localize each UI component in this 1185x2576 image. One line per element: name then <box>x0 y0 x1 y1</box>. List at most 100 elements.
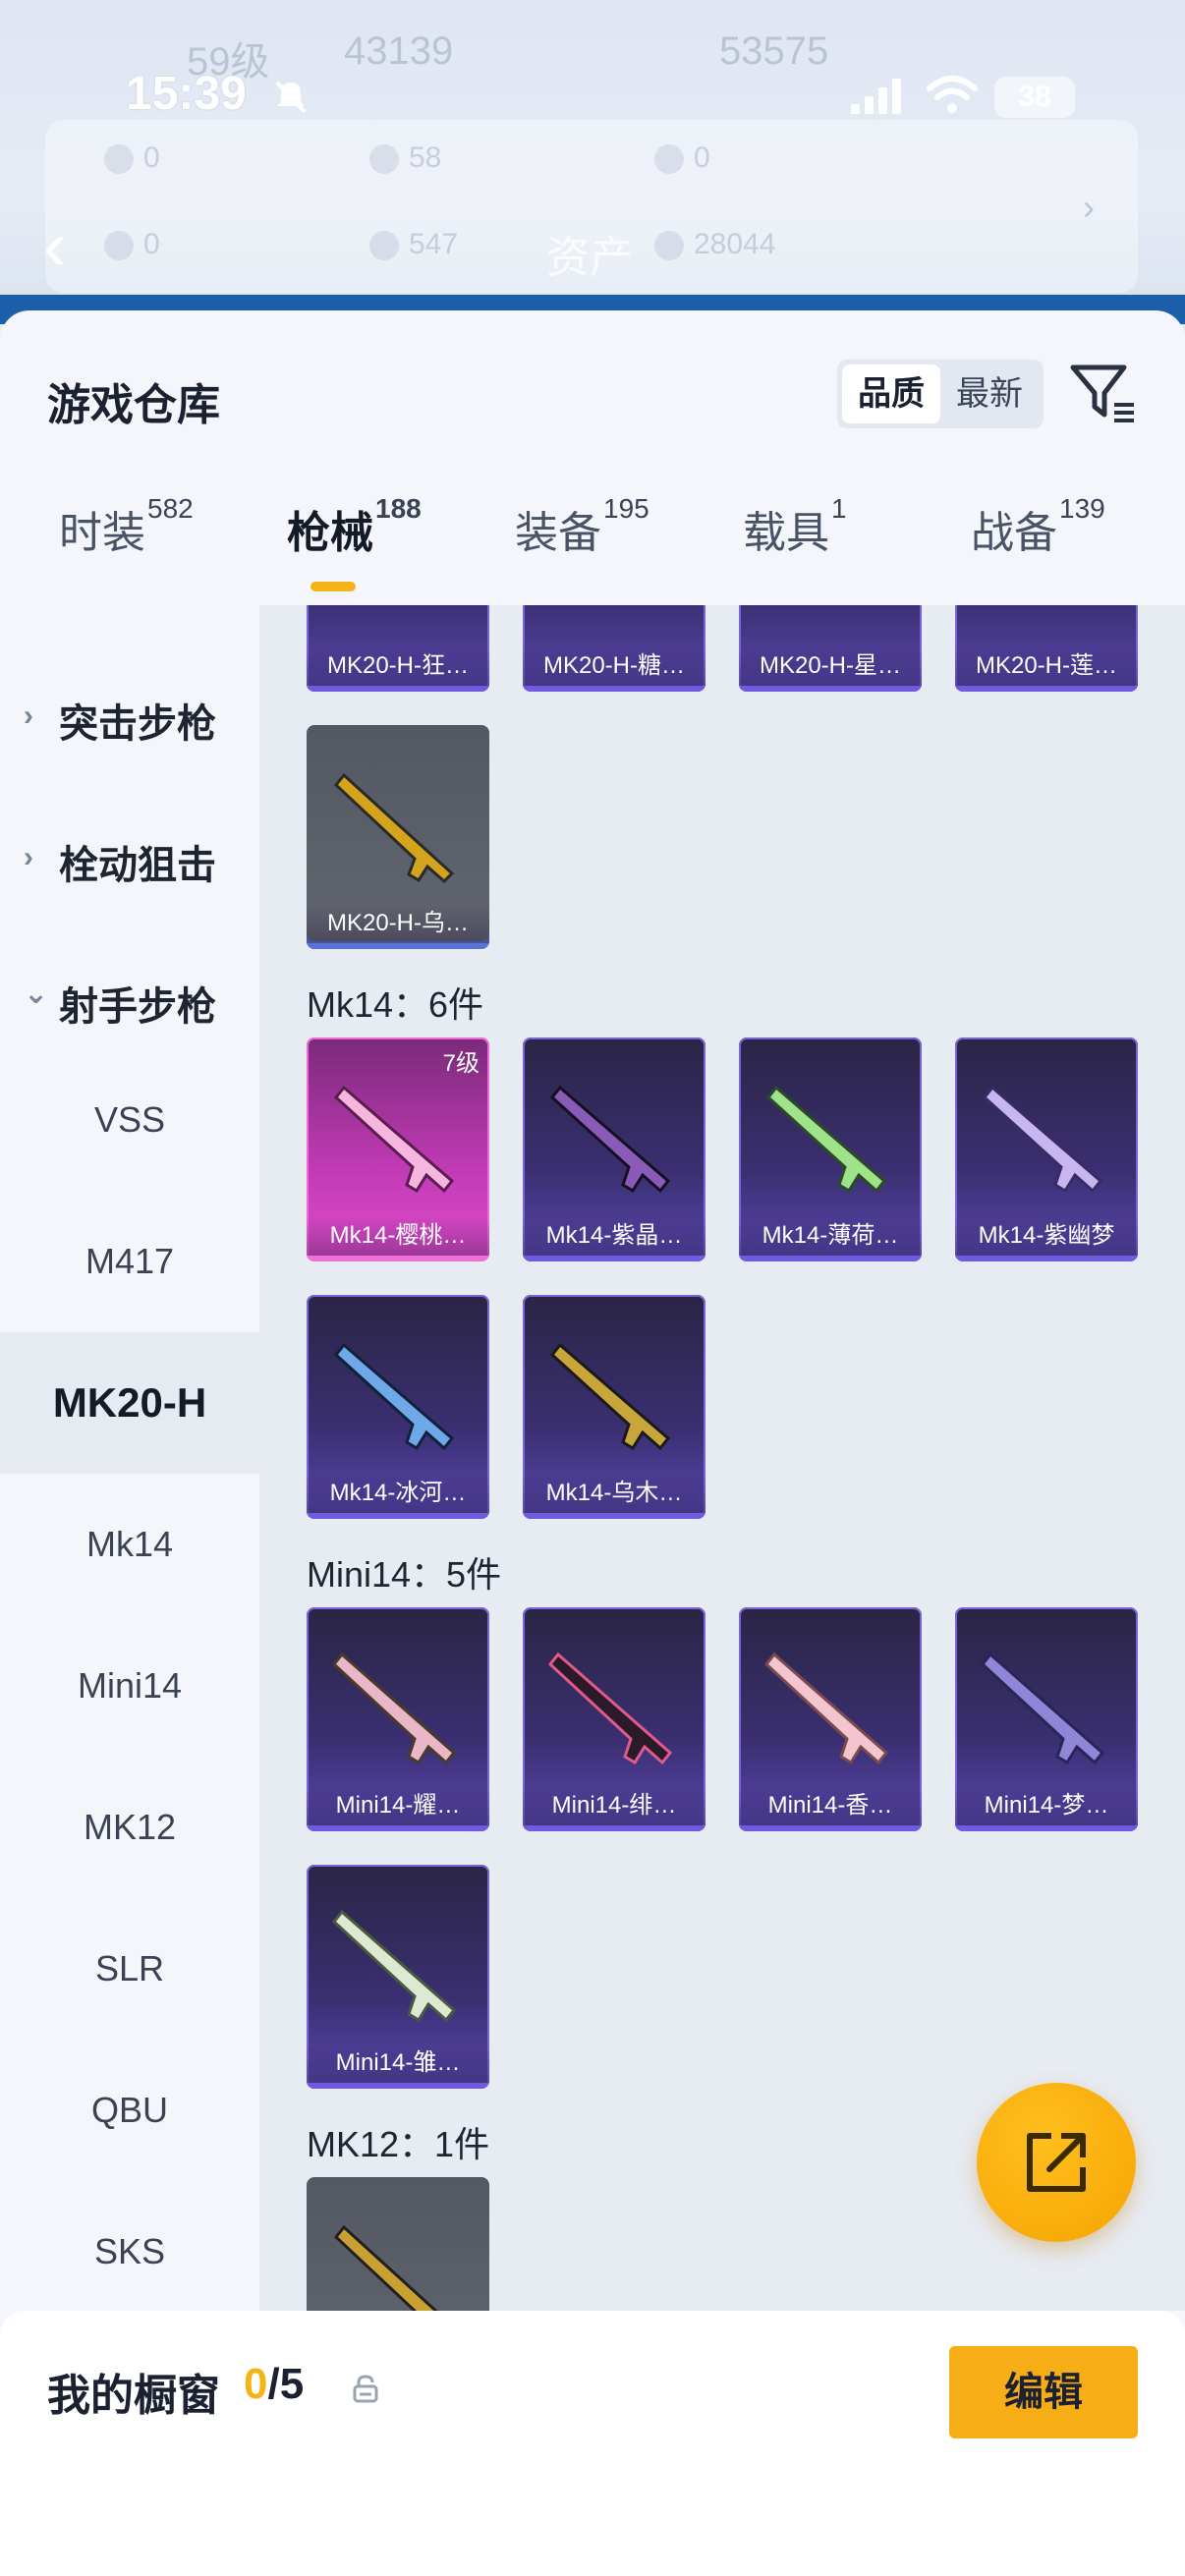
skin-card[interactable]: MK20-H-糖… <box>523 605 705 692</box>
chevron-down-icon: ⌄ <box>24 978 49 1010</box>
tab-label: 载具 <box>743 509 829 557</box>
status-time: 15:39 <box>126 68 247 120</box>
skin-card[interactable]: Mini14-耀… <box>307 1607 489 1831</box>
chevron-right-icon: › <box>24 700 33 732</box>
chevron-right-icon: › <box>1083 187 1095 227</box>
group-label: 栓动狙击 <box>59 844 216 887</box>
category-item-vss[interactable]: VSS <box>0 1049 259 1191</box>
rifle-icon <box>333 2224 438 2311</box>
asset-value: 0 <box>694 141 710 174</box>
share-icon <box>1027 2133 1086 2192</box>
sort-toggle: 品质 最新 <box>837 360 1044 428</box>
category-item-mini14[interactable]: Mini14 <box>0 1615 259 1757</box>
background-app: 59级 43139 53575 0 58 0 0 547 28044 资产 ‹ … <box>0 0 1185 324</box>
tab-label: 战备 <box>971 509 1057 557</box>
coin-icon <box>654 144 684 175</box>
section-label-mk12: MK12：1件 <box>307 2124 490 2164</box>
group-assault-rifles[interactable]: › 突击步枪 <box>0 668 259 766</box>
skin-name: MK20-H-乌… <box>307 904 489 949</box>
rifle-icon <box>331 1909 457 2023</box>
sheet-title: 游戏仓库 <box>47 381 220 429</box>
skin-card[interactable]: 7级 Mk14-樱桃… <box>307 1037 489 1261</box>
skin-card[interactable]: MK20-H-莲… <box>955 605 1138 692</box>
group-label: 突击步枪 <box>59 702 216 746</box>
sort-by-quality[interactable]: 品质 <box>842 364 940 423</box>
skin-grid: MK20-H-狂… MK20-H-糖… MK20-H-星… MK20-H-莲… … <box>259 605 1185 2311</box>
category-item-mk20h[interactable]: MK20-H <box>0 1332 259 1474</box>
skin-name: Mk14-紫晶… <box>523 1216 705 1261</box>
asset-value: 28044 <box>694 228 776 260</box>
showcase-count-current: 0 <box>244 2360 268 2408</box>
skin-name: Mk14-紫幽梦 <box>955 1216 1138 1261</box>
skin-card[interactable]: Mini14-绯… <box>523 1607 705 1831</box>
category-item-slr[interactable]: SLR <box>0 1898 259 2040</box>
group-bolt-snipers[interactable]: › 栓动狙击 <box>0 810 259 908</box>
category-item-mk14[interactable]: Mk14 <box>0 1474 259 1615</box>
category-item-m417[interactable]: M417 <box>0 1191 259 1332</box>
category-item-qbu[interactable]: QBU <box>0 2040 259 2181</box>
asset-value: 58 <box>409 141 442 174</box>
skin-card[interactable] <box>307 2177 489 2311</box>
weapon-category-list: › 突击步枪 › 栓动狙击 ⌄ 射手步枪 VSS M417 MK20-H Mk1… <box>0 605 259 2311</box>
rifle-icon <box>333 1085 455 1194</box>
skin-card[interactable]: Mk14-薄荷… <box>739 1037 922 1261</box>
tab-label: 时装 <box>59 509 145 557</box>
category-item-sks[interactable]: SKS <box>0 2181 259 2311</box>
skin-card[interactable]: Mini14-香… <box>739 1607 922 1831</box>
skin-name: Mini14-香… <box>739 1786 922 1831</box>
skin-name: Mk14-樱桃… <box>307 1216 489 1261</box>
warehouse-sheet: 游戏仓库 品质 最新 时装582 枪械188 装备195 载具1 战备139 › <box>0 310 1185 2576</box>
tab-label: 装备 <box>515 509 601 557</box>
tab-firearms[interactable]: 枪械188 <box>287 493 422 560</box>
filter-icon[interactable] <box>1069 360 1138 428</box>
skin-card[interactable]: Mini14-雏… <box>307 1865 489 2089</box>
showcase-count: 0/5 <box>244 2360 304 2409</box>
section-label-mini14: Mini14：5件 <box>307 1554 502 1595</box>
skin-name: MK20-H-狂… <box>307 646 489 692</box>
edit-button[interactable]: 编辑 <box>949 2346 1138 2438</box>
background-page-title: 资产 <box>546 234 633 282</box>
showcase-label: 我的橱窗 <box>47 2372 220 2420</box>
category-item-mk12[interactable]: MK12 <box>0 1757 259 1898</box>
share-button[interactable] <box>977 2083 1136 2242</box>
tab-count: 582 <box>147 493 194 524</box>
tab-count: 195 <box>603 493 649 524</box>
back-chevron-icon[interactable]: ‹ <box>43 211 66 280</box>
skin-card[interactable]: MK20-H-星… <box>739 605 922 692</box>
group-marksman-rifles[interactable]: ⌄ 射手步枪 <box>0 951 259 1049</box>
skin-card[interactable]: Mk14-紫晶… <box>523 1037 705 1261</box>
skin-card[interactable]: MK20-H-狂… <box>307 605 489 692</box>
rifle-icon <box>980 1652 1105 1765</box>
coin-icon <box>104 231 134 261</box>
rifle-icon <box>982 1085 1103 1194</box>
active-tab-indicator <box>310 582 356 591</box>
skin-card[interactable]: Mini14-梦… <box>955 1607 1138 1831</box>
skin-name: Mk14-冰河… <box>307 1474 489 1519</box>
skin-name: Mk14-薄荷… <box>739 1216 922 1261</box>
tab-supplies[interactable]: 战备139 <box>971 493 1105 560</box>
tab-fashion[interactable]: 时装582 <box>59 493 194 560</box>
skin-card[interactable]: MK20-H-乌… <box>307 725 489 949</box>
skin-card[interactable]: Mk14-乌木… <box>523 1295 705 1519</box>
skin-card[interactable]: Mk14-冰河… <box>307 1295 489 1519</box>
skin-name: Mini14-雏… <box>307 2044 489 2089</box>
rifle-icon <box>765 1085 887 1194</box>
skin-card[interactable]: Mk14-紫幽梦 <box>955 1037 1138 1261</box>
skin-name: MK20-H-糖… <box>523 646 705 692</box>
tab-count: 1 <box>831 493 847 524</box>
sort-by-latest[interactable]: 最新 <box>940 364 1039 423</box>
category-tabs: 时装582 枪械188 装备195 载具1 战备139 <box>0 493 1185 605</box>
tab-equipment[interactable]: 装备195 <box>515 493 649 560</box>
rifle-icon <box>333 772 455 884</box>
asset-value: 547 <box>409 228 459 260</box>
group-label: 射手步枪 <box>59 985 216 1029</box>
chevron-right-icon: › <box>24 841 33 873</box>
rifle-icon <box>549 1342 671 1451</box>
tab-vehicles[interactable]: 载具1 <box>743 493 847 560</box>
signal-icon <box>851 79 901 114</box>
coin-icon <box>104 144 134 175</box>
rifle-icon <box>549 1085 671 1194</box>
rifle-icon <box>331 1652 457 1765</box>
showcase-bar: 我的橱窗 0/5 编辑 <box>0 2311 1185 2576</box>
skin-name: Mk14-乌木… <box>523 1474 705 1519</box>
